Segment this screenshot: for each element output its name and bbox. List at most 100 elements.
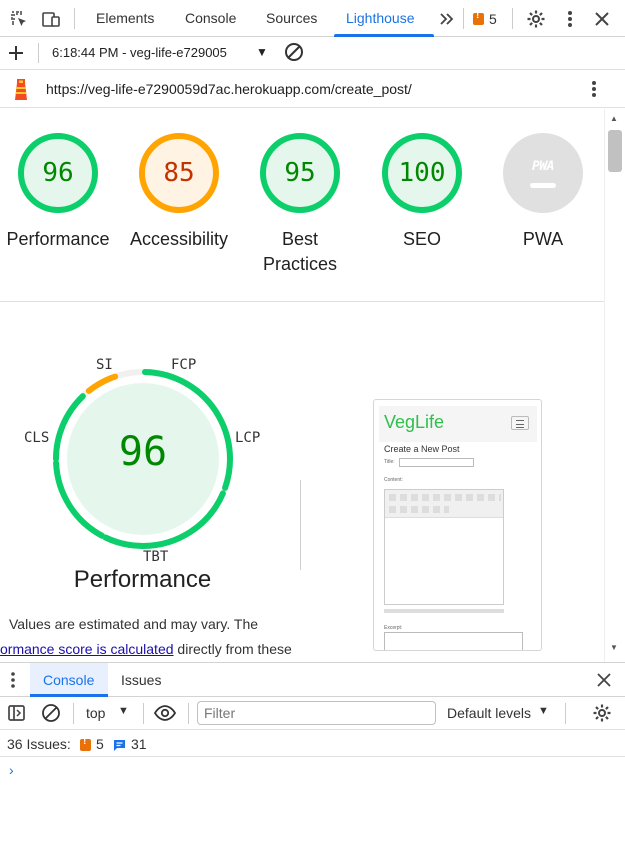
score-gauge-best-practices[interactable]: 95 Best Practices <box>240 133 360 277</box>
divider <box>74 8 75 29</box>
score-label: PWA <box>522 229 564 249</box>
gear-icon[interactable] <box>525 8 547 30</box>
screenshot-heading: Create a New Post <box>384 444 460 454</box>
context-dropdown-icon[interactable]: ▼ <box>118 705 129 717</box>
tab-lighthouse[interactable]: Lighthouse <box>346 0 415 37</box>
screenshot-title-input <box>399 458 474 467</box>
screenshot-excerpt-input <box>384 632 523 650</box>
estimate-note-line2: ormance score is calculated directly fro… <box>0 641 292 657</box>
log-levels-selector[interactable]: Default levels <box>447 705 531 721</box>
clear-console-icon[interactable] <box>40 702 62 724</box>
issues-counter[interactable]: 5 <box>473 10 497 27</box>
score-ring: 85 <box>139 133 219 213</box>
metric-label-lcp: LCP <box>235 430 261 446</box>
console-settings-gear-icon[interactable] <box>592 703 612 723</box>
clear-reports-icon[interactable] <box>283 41 305 63</box>
close-icon[interactable] <box>591 8 613 30</box>
report-dropdown-icon[interactable]: ▼ <box>256 45 268 59</box>
inspect-element-icon[interactable] <box>8 8 30 30</box>
metric-label-tbt: TBT <box>143 549 169 565</box>
score-ring: 100 <box>382 133 462 213</box>
screenshot-logo: VegLife <box>384 412 445 432</box>
context-selector[interactable]: top <box>86 705 105 721</box>
divider <box>188 703 189 724</box>
divider <box>512 8 513 29</box>
divider <box>143 703 144 724</box>
score-ring: 96 <box>18 133 98 213</box>
screenshot-excerpt-label: Excerpt: <box>384 625 403 631</box>
metric-label-fcp: FCP <box>171 357 197 373</box>
screenshot-editor-statusbar <box>384 609 504 613</box>
issues-label: 36 Issues: <box>7 736 71 752</box>
lighthouse-logo-icon <box>10 77 32 101</box>
report-scrollbar[interactable]: ▲ ▼ <box>604 109 625 662</box>
new-report-plus-icon[interactable] <box>6 43 26 63</box>
issues-count: 5 <box>489 11 497 27</box>
kebab-menu-icon[interactable] <box>559 8 581 30</box>
hamburger-menu-icon <box>511 416 529 430</box>
score-gauge-performance[interactable]: 96 Performance <box>0 133 118 252</box>
console-toolbar: top ▼ Filter Default levels ▼ <box>0 697 625 730</box>
score-gauge-seo[interactable]: 100 SEO <box>362 133 482 252</box>
divider <box>73 703 74 724</box>
score-gauge-pwa[interactable]: PWA PWA <box>483 133 603 252</box>
filter-input[interactable]: Filter <box>197 701 436 725</box>
scroll-down-icon[interactable]: ▼ <box>610 643 618 652</box>
score-calculated-link[interactable]: ormance score is calculated <box>0 641 174 657</box>
screenshot-title-label: Title: <box>384 459 395 465</box>
lighthouse-toolbar: 6:18:44 PM - veg-life-e729005 ▼ <box>0 38 625 70</box>
divider <box>0 301 604 302</box>
scrollbar-thumb[interactable] <box>608 130 622 172</box>
metric-label-cls: CLS <box>24 430 50 446</box>
report-url[interactable]: https://veg-life-e7290059d7ac.herokuapp.… <box>46 81 412 97</box>
active-tab-indicator <box>334 34 434 37</box>
info-message-icon <box>113 738 126 751</box>
drawer-tab-issues[interactable]: Issues <box>121 672 161 688</box>
console-prompt-chevron-icon[interactable]: › <box>9 762 14 778</box>
estimate-note: Values are estimated and may vary. The <box>9 616 259 632</box>
drawer-close-icon[interactable] <box>597 673 611 687</box>
divider <box>300 480 301 570</box>
score-label: Accessibility <box>129 229 229 249</box>
tab-elements[interactable]: Elements <box>96 0 154 37</box>
score-label: Best Practices <box>262 229 338 274</box>
scroll-up-icon[interactable]: ▲ <box>610 114 618 123</box>
divider <box>463 8 464 29</box>
score-label: Performance <box>6 229 110 249</box>
warning-icon <box>473 10 484 25</box>
devtools-tabbar: Elements Console Sources Lighthouse 5 <box>0 0 625 37</box>
performance-score: 96 <box>118 429 168 475</box>
divider <box>565 703 566 724</box>
screenshot-content-label: Content: <box>384 477 403 483</box>
issues-warning-count: 5 <box>96 736 104 752</box>
console-input[interactable] <box>24 760 614 780</box>
screenshot-editor <box>384 489 504 605</box>
score-label: SEO <box>402 229 441 249</box>
tab-console[interactable]: Console <box>185 0 236 37</box>
drawer-menu-icon[interactable] <box>10 671 16 689</box>
device-toolbar-icon[interactable] <box>40 8 62 30</box>
log-levels-dropdown-icon[interactable]: ▼ <box>538 705 549 717</box>
metric-label-si: SI <box>96 357 113 373</box>
sidebar-toggle-icon[interactable] <box>7 704 27 722</box>
issues-info-count: 31 <box>131 736 147 752</box>
issues-summary[interactable]: 36 Issues: 5 31 <box>0 730 625 757</box>
drawer-tabbar: Console Issues <box>0 662 625 697</box>
divider <box>38 43 39 63</box>
pwa-badge-icon: PWA <box>503 133 583 213</box>
score-ring: 95 <box>260 133 340 213</box>
report-kebab-menu-icon[interactable] <box>591 79 597 99</box>
performance-title: Performance <box>73 566 212 593</box>
tab-sources[interactable]: Sources <box>266 0 317 37</box>
pwa-badge-text: PWA <box>532 158 554 174</box>
report-url-bar: https://veg-life-e7290059d7ac.herokuapp.… <box>0 70 625 108</box>
eye-icon[interactable] <box>153 704 177 722</box>
drawer-tab-console[interactable]: Console <box>43 672 94 688</box>
final-screenshot[interactable]: VegLife Create a New Post Title: Content… <box>373 399 542 651</box>
warning-icon <box>80 736 91 751</box>
report-selector[interactable]: 6:18:44 PM - veg-life-e729005 <box>52 45 252 60</box>
estimate-note-rest: directly from these <box>173 641 292 657</box>
score-gauge-accessibility[interactable]: 85 Accessibility <box>119 133 239 252</box>
lighthouse-report: 96 Performance 85 Accessibility 95 Best … <box>0 109 604 662</box>
more-tabs-chevron-icon[interactable] <box>436 8 458 30</box>
